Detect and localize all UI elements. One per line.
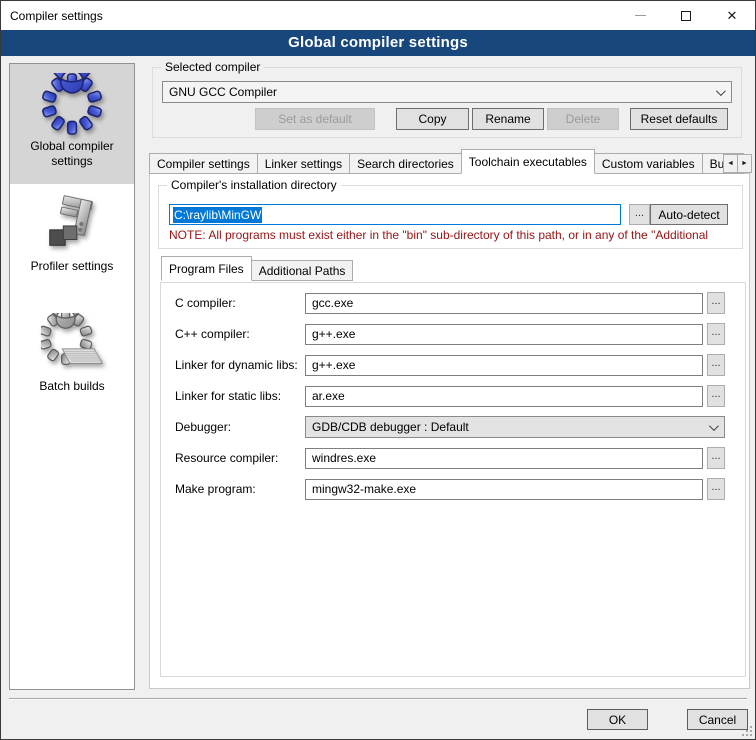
linker-static-label: Linker for static libs: [175,389,305,403]
resource-compiler-input[interactable]: windres.exe [305,448,703,469]
resource-compiler-label: Resource compiler: [175,451,305,465]
cancel-button[interactable]: Cancel [687,709,748,730]
tab-compiler-settings[interactable]: Compiler settings [149,153,258,174]
window-controls: ✕ [617,1,755,30]
chevron-down-icon [709,421,719,431]
installation-directory-input[interactable]: C:\raylib\MinGW [169,204,621,225]
cpp-compiler-browse-button[interactable]: ... [707,323,725,345]
rename-button[interactable]: Rename [472,108,544,130]
linker-static-browse-button[interactable]: ... [707,385,725,407]
debugger-label: Debugger: [175,420,305,434]
compiler-select-value: GNU GCC Compiler [169,85,277,99]
cpp-compiler-input[interactable]: g++.exe [305,324,703,345]
debugger-select-value: GDB/CDB debugger : Default [312,420,469,434]
tab-custom-variables[interactable]: Custom variables [594,153,703,174]
tab-scroll-left-button[interactable]: ◄ [723,154,738,173]
tab-linker-settings[interactable]: Linker settings [257,153,350,174]
subtab-additional-paths[interactable]: Additional Paths [251,260,354,281]
linker-dynamic-label: Linker for dynamic libs: [175,358,305,372]
maximize-button[interactable] [663,1,709,30]
installation-directory-browse-button[interactable]: ... [629,204,650,225]
resize-grip[interactable] [742,726,752,736]
compiler-select[interactable]: GNU GCC Compiler [162,81,732,103]
installation-directory-legend: Compiler's installation directory [167,178,341,192]
debugger-select[interactable]: GDB/CDB debugger : Default [305,416,725,438]
minimize-button[interactable] [617,1,663,30]
c-compiler-input[interactable]: gcc.exe [305,293,703,314]
sidebar-item-label: Batch builds [16,379,128,394]
settings-category-list: Global compiler settings [9,63,135,690]
maximize-icon [681,11,691,21]
linker-static-input[interactable]: ar.exe [305,386,703,407]
subtab-program-files[interactable]: Program Files [161,256,252,281]
dialog-body: Global compiler settings [1,56,755,739]
selected-compiler-legend: Selected compiler [161,60,264,74]
sidebar-item-label: Global compiler settings [16,139,128,169]
scroll-right-icon: ► [741,160,748,167]
resource-compiler-browse-button[interactable]: ... [707,447,725,469]
set-as-default-button[interactable]: Set as default [255,108,375,130]
window-title: Compiler settings [1,9,103,23]
blue-gear-icon [41,73,103,135]
selected-compiler-group: Selected compiler GNU GCC Compiler Set a… [152,67,742,138]
sidebar-item-label: Profiler settings [16,259,128,274]
sidebar-item-profiler-settings[interactable]: Profiler settings [10,184,134,304]
compiler-settings-window: Compiler settings ✕ Global compiler sett… [0,0,756,740]
bin-subdirectory-note: NOTE: All programs must exist either in … [169,228,740,242]
chevron-down-icon [716,86,726,96]
caliper-icon [41,193,103,255]
tab-toolchain-executables[interactable]: Toolchain executables [461,149,595,174]
linker-dynamic-browse-button[interactable]: ... [707,354,725,376]
delete-button[interactable]: Delete [547,108,619,130]
c-compiler-label: C compiler: [175,296,305,310]
ok-button[interactable]: OK [587,709,648,730]
minimize-icon [635,15,646,16]
auto-detect-button[interactable]: Auto-detect [650,204,728,225]
sidebar-item-batch-builds[interactable]: Batch builds [10,304,134,424]
page-title: Global compiler settings [1,30,755,56]
make-program-label: Make program: [175,482,305,496]
footer-divider [9,698,747,700]
reset-defaults-button[interactable]: Reset defaults [630,108,728,130]
copy-button[interactable]: Copy [396,108,469,130]
c-compiler-browse-button[interactable]: ... [707,292,725,314]
close-icon: ✕ [727,9,738,22]
make-program-input[interactable]: mingw32-make.exe [305,479,703,500]
close-button[interactable]: ✕ [709,1,755,30]
scroll-left-icon: ◄ [727,160,734,167]
sidebar-item-global-compiler-settings[interactable]: Global compiler settings [10,64,134,184]
gray-gear-stack-icon [41,313,103,375]
tab-search-directories[interactable]: Search directories [349,153,462,174]
cpp-compiler-label: C++ compiler: [175,327,305,341]
toolchain-executables-page: Compiler's installation directory C:\ray… [149,173,750,689]
title-bar: Compiler settings ✕ [1,1,755,30]
tab-scroll-right-button[interactable]: ► [737,154,752,173]
installation-directory-value: C:\raylib\MinGW [173,207,262,223]
program-files-page: C compiler: gcc.exe ... C++ compiler: g+… [160,282,746,677]
make-program-browse-button[interactable]: ... [707,478,725,500]
installation-directory-group: Compiler's installation directory C:\ray… [158,185,743,249]
linker-dynamic-input[interactable]: g++.exe [305,355,703,376]
